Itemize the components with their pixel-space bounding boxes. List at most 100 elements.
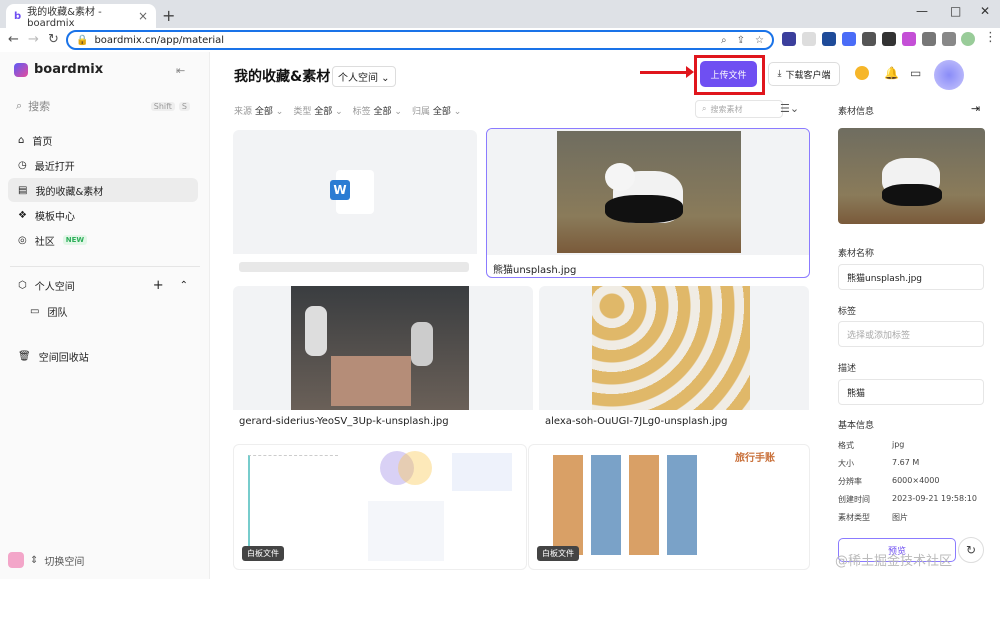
sidebar-item-team[interactable]: ▭ 团队 [8,299,198,323]
brand-logo[interactable]: boardmix [14,62,103,77]
puzzle-icon[interactable] [922,32,936,46]
space-select[interactable]: 个人空间 ⌄ [332,66,396,87]
profile-avatar[interactable] [961,32,975,46]
chevron-up-icon[interactable]: ⌃ [180,280,188,291]
extension-icon[interactable] [802,32,816,46]
sidebar-item-recent[interactable]: ◷ 最近打开 [8,153,198,177]
upload-button[interactable]: 上传文件 [700,61,757,87]
new-badge: NEW [62,235,88,245]
filter-owner[interactable]: 归属 全部 ⌄ [412,104,461,117]
sidebar-item-collection[interactable]: ▤ 我的收藏&素材 [8,178,198,202]
sidebar-item-home[interactable]: ⌂ 首页 [8,128,198,152]
cube-icon: ⬡ [18,279,27,291]
sort-icon[interactable]: ☰⌄ [780,102,799,115]
tag-input[interactable]: 选择或添加标签 [838,321,984,347]
card-thumbnail [233,286,533,410]
lock-icon: 🔒 [76,34,89,46]
menu-dots-icon[interactable]: ⋮ [984,30,997,45]
card-caption: gerard-siderius-YeoSV_3Up-k-unsplash.jpg [239,416,449,427]
main-content: 我的收藏&素材 个人空间 ⌄ 来源 全部 ⌄ 类型 全部 ⌄ 标签 全部 ⌄ 归… [210,52,825,579]
url-text: boardmix.cn/app/material [94,34,225,46]
mindmap-preview [248,455,338,555]
filter-value: 全部 [254,107,273,117]
whiteboard-card[interactable]: 白板文件 [233,444,527,570]
refresh-icon[interactable]: ↻ [958,537,984,563]
user-avatar[interactable] [934,60,964,90]
material-search-input[interactable]: ⌕ 搜索素材 [695,100,783,118]
venn-circle [398,451,432,485]
extension-icon[interactable] [862,32,876,46]
browser-tab[interactable]: b 我的收藏&素材 - boardmix × [6,4,156,29]
template-icon: ❖ [18,209,27,221]
mooncake-photo [592,286,750,410]
add-icon[interactable]: + [153,278,164,293]
swap-icon: ⇕ [30,554,39,566]
space-select-value: 个人空间 [338,73,378,84]
search-icon: ⌕ [702,104,707,113]
boardmix-logo-icon [14,62,28,77]
minimize-icon[interactable]: — [916,4,928,18]
material-name-field[interactable]: 熊猫unsplash.jpg [838,264,984,290]
extension-icon[interactable] [822,32,836,46]
material-card[interactable]: gerard-siderius-YeoSV_3Up-k-unsplash.jpg [233,286,533,436]
filter-bar: 来源 全部 ⌄ 类型 全部 ⌄ 标签 全部 ⌄ 归属 全部 ⌄ [234,104,461,117]
sidebar-item-label: 最近打开 [34,161,75,173]
description-field[interactable]: 熊猫 [838,379,984,405]
description-label: 描述 [838,364,857,374]
boardmix-extension-icon[interactable] [902,32,916,46]
sidebar-item-recycle[interactable]: 🗑 空间回收站 [8,344,198,368]
extension-icon[interactable] [842,32,856,46]
filter-label: 标签 [352,107,371,117]
sidebar-item-templates[interactable]: ❖ 模板中心 [8,203,198,227]
share-icon[interactable]: ⇪ [737,35,745,46]
meta-row: 创建时间 2023-09-21 19:58:10 [838,494,977,505]
stormtrooper-photo [291,286,469,410]
material-card[interactable]: W [233,130,477,278]
panda-legs [882,184,942,206]
filter-value: 全部 [373,107,392,117]
address-bar[interactable]: 🔒 boardmix.cn/app/material ⌕ ⇪ ☆ [66,30,774,50]
switch-space[interactable]: ⇕ 切换空间 [8,552,84,568]
whiteboard-card[interactable]: 旅行手账 白板文件 [528,444,810,570]
forward-icon[interactable]: → [28,32,39,47]
filter-type[interactable]: 类型 全部 ⌄ [293,104,342,117]
card-caption: alexa-soh-OuUGI-7JLg0-unsplash.jpg [545,416,728,427]
bell-icon[interactable]: 🔔 [884,66,899,80]
reload-icon[interactable]: ↻ [48,32,59,47]
filter-tag[interactable]: 标签 全部 ⌄ [353,104,402,117]
extension-icon[interactable] [882,32,896,46]
meta-value: 图片 [892,513,908,522]
filter-source[interactable]: 来源 全部 ⌄ [234,104,283,117]
photo-figure [305,306,327,356]
card-thumbnail: W [233,130,477,254]
search-icon: ⌕ [16,99,23,112]
material-card[interactable]: alexa-soh-OuUGI-7JLg0-unsplash.jpg [539,286,809,436]
inbox-icon[interactable]: ▭ [910,66,921,80]
sidepanel-icon[interactable] [942,32,956,46]
material-card-selected[interactable]: 熊猫unsplash.jpg [486,128,810,278]
bookmark-star-icon[interactable]: ☆ [755,35,764,46]
sidebar-item-personal-space[interactable]: ⬡ 个人空间 + ⌃ [8,273,198,297]
tab-close-icon[interactable]: × [138,9,148,23]
search-placeholder: 搜索素材 [710,104,743,114]
collapse-sidebar-icon[interactable]: ⇤ [176,64,185,77]
maximize-icon[interactable]: □ [950,4,961,18]
extension-icon[interactable] [782,32,796,46]
download-label: 下载客户端 [785,70,831,81]
watermark: @稀土掘金技术社区 [835,554,953,569]
sidebar-item-label: 模板中心 [34,211,75,223]
premium-icon[interactable] [855,66,869,80]
new-tab-icon[interactable]: + [162,6,175,25]
zoom-icon[interactable]: ⌕ [721,35,727,46]
sidebar-search[interactable]: ⌕ 搜索 Shift S [10,94,196,118]
close-window-icon[interactable]: ✕ [980,4,990,18]
browser-toolbar: ← → ↻ 🔒 boardmix.cn/app/material ⌕ ⇪ ☆ ⋮ [0,28,1000,52]
close-panel-icon[interactable]: ⇥ [971,102,980,115]
sidebar-item-community[interactable]: ◎ 社区 NEW [8,228,198,252]
download-icon: ⤓ [777,69,782,79]
download-client-button[interactable]: ⤓ 下载客户端 [768,62,840,86]
back-icon[interactable]: ← [8,32,19,47]
clock-icon: ◷ [18,159,27,171]
photo-figure [411,322,433,366]
app-root: boardmix ⇤ ⌕ 搜索 Shift S ⌂ 首页 ◷ 最近打开 ▤ 我的收藏&素… [0,52,1000,631]
